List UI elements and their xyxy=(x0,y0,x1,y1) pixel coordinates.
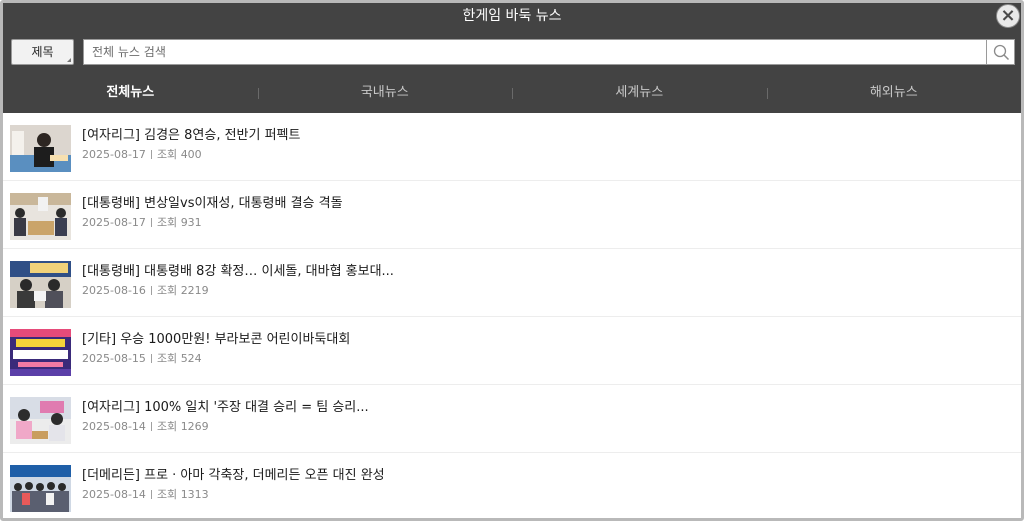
news-item[interactable]: [대통령배] 변상일vs이재성, 대통령배 결승 격돌 2025-08-17 조회… xyxy=(3,181,1021,249)
meta-divider xyxy=(150,150,152,159)
tab-overseas-news[interactable]: 해외뉴스 xyxy=(766,73,1022,113)
meta-divider xyxy=(150,286,152,295)
search-button[interactable] xyxy=(986,39,1015,65)
news-date: 2025-08-16 xyxy=(82,284,146,297)
views-count: 931 xyxy=(180,216,202,229)
news-thumbnail xyxy=(10,261,71,308)
views-label: 조회 xyxy=(156,352,178,365)
news-thumbnail xyxy=(10,193,71,240)
close-button[interactable]: × xyxy=(996,4,1020,28)
meta-divider xyxy=(150,490,152,499)
news-date: 2025-08-14 xyxy=(82,420,146,433)
views-label: 조회 xyxy=(156,488,178,501)
search-field-select[interactable]: 제목 xyxy=(11,39,74,65)
news-tabs: 전체뉴스 국내뉴스 세계뉴스 해외뉴스 xyxy=(3,73,1021,113)
news-meta: 2025-08-16 조회 2219 xyxy=(82,282,209,298)
views-count: 400 xyxy=(180,148,202,161)
meta-divider xyxy=(150,422,152,431)
close-icon: × xyxy=(1000,5,1016,26)
news-item[interactable]: [더메리든] 프로 · 아마 각축장, 더메리든 오픈 대진 완성 2025-0… xyxy=(3,453,1021,518)
news-thumbnail xyxy=(10,397,71,444)
news-title: [대통령배] 변상일vs이재성, 대통령배 결승 격돌 xyxy=(82,196,343,211)
news-meta: 2025-08-15 조회 524 xyxy=(82,350,202,366)
news-title: [여자리그] 100% 일치 '주장 대결 승리 = 팀 승리... xyxy=(82,400,369,415)
views-label: 조회 xyxy=(156,216,178,229)
news-item[interactable]: [기타] 우승 1000만원! 부라보콘 어린이바둑대회 2025-08-15 조… xyxy=(3,317,1021,385)
news-date: 2025-08-14 xyxy=(82,488,146,501)
news-date: 2025-08-15 xyxy=(82,352,146,365)
meta-divider xyxy=(150,218,152,227)
views-label: 조회 xyxy=(156,148,178,161)
news-meta: 2025-08-17 조회 931 xyxy=(82,214,202,230)
tab-all-news[interactable]: 전체뉴스 xyxy=(3,73,258,113)
news-meta: 2025-08-14 조회 1269 xyxy=(82,418,209,434)
dropdown-corner-icon xyxy=(67,58,71,62)
news-thumbnail xyxy=(10,125,71,172)
news-title: [여자리그] 김경은 8연승, 전반기 퍼펙트 xyxy=(82,128,301,143)
views-count: 1313 xyxy=(180,488,209,501)
news-thumbnail xyxy=(10,465,71,512)
views-count: 2219 xyxy=(180,284,209,297)
search-input[interactable] xyxy=(83,39,987,65)
views-count: 524 xyxy=(180,352,202,365)
news-date: 2025-08-17 xyxy=(82,216,146,229)
search-icon xyxy=(993,44,1010,61)
news-meta: 2025-08-17 조회 400 xyxy=(82,146,202,162)
window-title: 한게임 바둑 뉴스 xyxy=(462,8,562,24)
news-meta: 2025-08-14 조회 1313 xyxy=(82,486,209,502)
views-count: 1269 xyxy=(180,420,209,433)
tab-domestic-news[interactable]: 국내뉴스 xyxy=(257,73,513,113)
news-title: [대통령배] 대통령배 8강 확정… 이세돌, 대바협 홍보대... xyxy=(82,264,394,279)
news-item[interactable]: [여자리그] 100% 일치 '주장 대결 승리 = 팀 승리... 2025-… xyxy=(3,385,1021,453)
title-bar: 한게임 바둑 뉴스 xyxy=(3,3,1021,31)
news-date: 2025-08-17 xyxy=(82,148,146,161)
news-thumbnail xyxy=(10,329,71,376)
news-window: 한게임 바둑 뉴스 × 제목 전체뉴스 국내뉴스 세계뉴스 해외뉴스 xyxy=(0,0,1024,521)
news-title: [더메리든] 프로 · 아마 각축장, 더메리든 오픈 대진 완성 xyxy=(82,468,385,483)
news-item[interactable]: [여자리그] 김경은 8연승, 전반기 퍼펙트 2025-08-17 조회 400 xyxy=(3,113,1021,181)
news-title: [기타] 우승 1000만원! 부라보콘 어린이바둑대회 xyxy=(82,332,351,347)
views-label: 조회 xyxy=(156,284,178,297)
news-list: [여자리그] 김경은 8연승, 전반기 퍼펙트 2025-08-17 조회 400 xyxy=(3,113,1021,518)
search-field-label: 제목 xyxy=(31,45,54,59)
views-label: 조회 xyxy=(156,420,178,433)
meta-divider xyxy=(150,354,152,363)
tab-world-news[interactable]: 세계뉴스 xyxy=(512,73,767,113)
search-bar: 제목 xyxy=(3,31,1021,73)
news-item[interactable]: [대통령배] 대통령배 8강 확정… 이세돌, 대바협 홍보대... 2025-… xyxy=(3,249,1021,317)
